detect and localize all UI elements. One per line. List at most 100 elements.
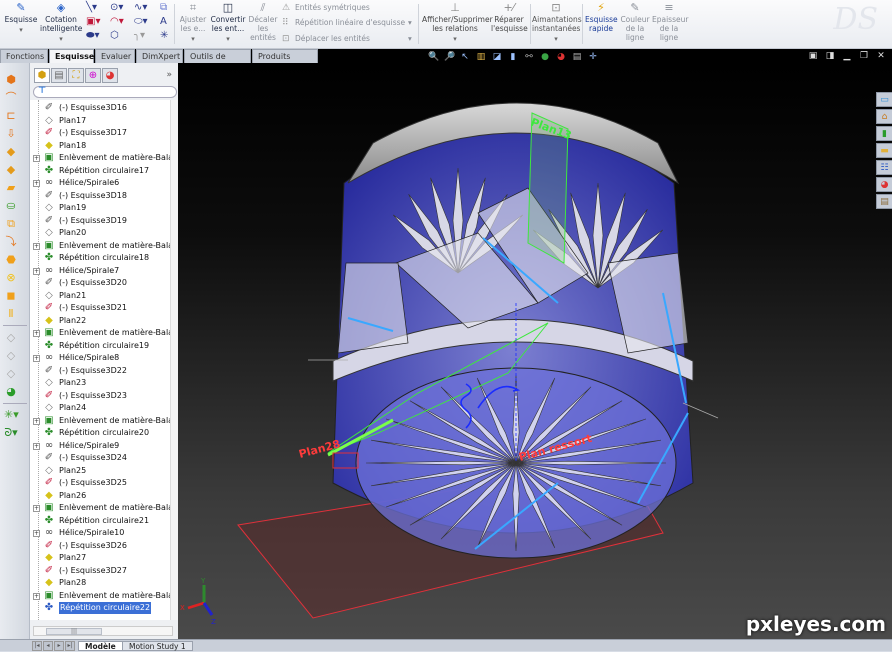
- design-library-icon[interactable]: ⌂: [876, 109, 892, 124]
- tab-outils-de-rendu[interactable]: Outils de rendu: [184, 49, 251, 74]
- tree-item[interactable]: + ∞ Hélice/Spirale8: [30, 352, 170, 365]
- tree-item[interactable]: ◆ Plan26: [30, 490, 170, 503]
- deplacer-entites-button[interactable]: ⊡ Déplacer les entités: [282, 34, 370, 44]
- tab-dimxpert[interactable]: DimXpert: [136, 49, 183, 63]
- tree-item[interactable]: ✐ (-) Esquisse3D18: [30, 190, 170, 203]
- expand-icon[interactable]: +: [33, 592, 40, 600]
- expand-icon[interactable]: +: [33, 505, 40, 512]
- reference-point-icon[interactable]: ⛀: [4, 199, 18, 213]
- tree-item[interactable]: ◇ Plan20: [30, 227, 170, 240]
- display-manager-tab-icon[interactable]: ◕: [102, 68, 118, 83]
- tree-item[interactable]: + ▣ Enlèvement de matière-Balay: [30, 152, 170, 165]
- expand-icon[interactable]: +: [33, 155, 40, 162]
- polygon-tool-icon[interactable]: ⬡: [110, 30, 119, 42]
- edit-appearance-icon[interactable]: ●: [540, 52, 550, 62]
- file-explorer-icon[interactable]: ▮: [876, 126, 892, 141]
- zoom-to-area-icon[interactable]: 🔎: [444, 52, 455, 62]
- tree-item[interactable]: ✤ Répétition circulaire20: [30, 427, 170, 440]
- configuration-manager-tab-icon[interactable]: ⛶: [68, 68, 84, 83]
- tree-item[interactable]: + ∞ Hélice/Spirale10: [30, 527, 170, 540]
- ajuster-button[interactable]: ⌗ Ajuster les e... ▾: [178, 2, 208, 44]
- move-icon[interactable]: ✛: [588, 52, 598, 62]
- prev-tab-icon[interactable]: ◂: [43, 641, 53, 651]
- tree-item[interactable]: ✤ Répétition circulaire19: [30, 340, 170, 353]
- wrap-icon[interactable]: ⊗: [4, 271, 18, 285]
- tree-item[interactable]: ◇ Plan19: [30, 202, 170, 215]
- disabled-tool-icon[interactable]: ◇: [4, 367, 18, 381]
- custom-properties-icon[interactable]: ▤: [876, 194, 892, 209]
- tree-item[interactable]: ✐ (-) Esquisse3D27: [30, 565, 170, 578]
- disabled-tool-icon[interactable]: ◇: [4, 331, 18, 345]
- solidworks-resources-icon[interactable]: ▭: [876, 92, 892, 107]
- curves-icon[interactable]: ᘐ▾: [4, 426, 18, 440]
- minimize-icon[interactable]: ▁: [842, 51, 852, 61]
- reference-geometry-icon[interactable]: ✳▾: [4, 408, 19, 422]
- tree-item[interactable]: + ▣ Enlèvement de matière-Balay: [30, 240, 170, 253]
- rib-icon[interactable]: Ⅱ: [4, 307, 18, 321]
- tree-item[interactable]: ✐ (-) Esquisse3D16: [30, 102, 170, 115]
- swept-boss-icon[interactable]: ⊏: [4, 109, 18, 123]
- convertir-button[interactable]: ◫ Convertir les ent... ▾: [210, 2, 246, 44]
- spline-tool-icon[interactable]: ∿▾: [134, 2, 147, 14]
- tree-horizontal-scrollbar[interactable]: |||: [33, 626, 173, 636]
- disabled-tool-icon[interactable]: ◇: [4, 349, 18, 363]
- bend-icon[interactable]: ⤵: [4, 235, 18, 249]
- tab-esquisse[interactable]: Esquisse: [49, 49, 94, 63]
- aimantations-button[interactable]: ⊡ Aimantations instantanées ▾: [532, 2, 582, 44]
- display-style-icon[interactable]: ▮: [508, 52, 518, 62]
- couleur-ligne-button[interactable]: ✎ Couleur de la ligne: [619, 2, 651, 43]
- expand-icon[interactable]: +: [33, 530, 40, 537]
- esquisse-button[interactable]: ✎ Esquisse ▾: [4, 2, 38, 35]
- rectangle-tool-icon[interactable]: ▣▾: [86, 16, 100, 28]
- decaler-button[interactable]: ⫽ Décaler les entités: [248, 2, 278, 43]
- tree-item[interactable]: ✐ (-) Esquisse3D23: [30, 390, 170, 403]
- tree-item[interactable]: + ▣ Enlèvement de matière-Balay: [30, 502, 170, 515]
- chevron-down-icon[interactable]: ▾: [408, 18, 412, 27]
- expand-icon[interactable]: +: [33, 442, 40, 450]
- expand-icon[interactable]: +: [33, 330, 40, 337]
- instant3d-icon[interactable]: ◕: [4, 385, 18, 399]
- text-tool-icon[interactable]: A: [160, 16, 167, 28]
- cotation-intelligente-button[interactable]: ◈ Cotation intelligente ▾: [40, 2, 82, 44]
- close-icon[interactable]: ✕: [876, 51, 886, 61]
- feature-manager-tab-icon[interactable]: ⬢: [34, 68, 50, 83]
- esquisse-rapide-button[interactable]: ⚡ Esquisse rapide: [585, 2, 618, 34]
- tile-horizontal-icon[interactable]: ▣: [808, 51, 818, 61]
- tree-item[interactable]: ✐ (-) Esquisse3D22: [30, 365, 170, 378]
- tree-item[interactable]: ◆ Plan18: [30, 140, 170, 153]
- appearances-icon[interactable]: ◕: [876, 177, 892, 192]
- hide-show-items-icon[interactable]: ⚯: [524, 52, 534, 62]
- folder-icon[interactable]: ▬: [876, 143, 892, 158]
- tree-vertical-scrollbar[interactable]: [170, 100, 178, 620]
- chamfer-icon[interactable]: ◆: [4, 163, 18, 177]
- fillet-icon[interactable]: ◆: [4, 145, 18, 159]
- first-tab-icon[interactable]: |◂: [32, 641, 42, 651]
- circle-tool-icon[interactable]: ⊙▾: [110, 2, 123, 14]
- expand-icon[interactable]: +: [33, 267, 40, 275]
- tree-item[interactable]: ✤ Répétition circulaire17: [30, 165, 170, 178]
- tree-item[interactable]: ◇ Plan17: [30, 115, 170, 128]
- tree-item[interactable]: ◇ Plan21: [30, 290, 170, 303]
- tab-motion-study[interactable]: Motion Study 1: [122, 641, 193, 651]
- chevron-down-icon[interactable]: ▾: [408, 34, 412, 43]
- tree-item[interactable]: ✤ Répétition circulaire21: [30, 515, 170, 528]
- previous-view-icon[interactable]: ↖: [460, 52, 470, 62]
- mirror-tool-icon[interactable]: ⧉: [160, 2, 167, 14]
- tab-modele[interactable]: Modèle: [78, 641, 123, 651]
- expand-icon[interactable]: +: [33, 180, 40, 187]
- tab-fonctions[interactable]: Fonctions: [0, 49, 48, 63]
- slot-tool-icon[interactable]: ⬬▾: [86, 30, 100, 42]
- property-manager-tab-icon[interactable]: ▤: [51, 68, 67, 83]
- tree-item[interactable]: + ▣ Enlèvement de matière-Balay: [30, 327, 170, 340]
- tree-item[interactable]: ◇ Plan24: [30, 402, 170, 415]
- tile-vertical-icon[interactable]: ◨: [825, 51, 835, 61]
- view-settings-icon[interactable]: ▤: [572, 52, 582, 62]
- expand-icon[interactable]: +: [33, 242, 40, 250]
- section-view-icon[interactable]: ▥: [476, 52, 486, 62]
- tree-item[interactable]: + ∞ Hélice/Spirale6: [30, 177, 170, 190]
- view-orientation-icon[interactable]: ◪: [492, 52, 502, 62]
- shell-icon[interactable]: ⧉: [4, 217, 18, 231]
- tab-produits-office[interactable]: Produits Office: [252, 49, 318, 74]
- tree-item[interactable]: ✐ (-) Esquisse3D20: [30, 277, 170, 290]
- restore-icon[interactable]: ❐: [859, 51, 869, 61]
